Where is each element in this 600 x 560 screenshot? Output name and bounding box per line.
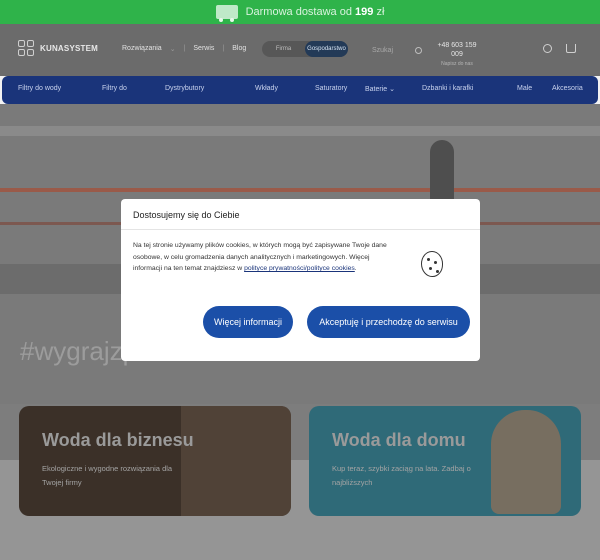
phone-caption: Napisz do nas <box>441 61 473 67</box>
modal-divider <box>121 229 480 230</box>
category-nav: Filtry do wody Filtry do Dystrybutory Wk… <box>2 76 598 104</box>
card-business-title: Woda dla biznesu <box>42 430 194 450</box>
card-business-text: Ekologiczne i wygodne rozwiązania dla Tw… <box>42 464 173 487</box>
card-business[interactable]: Woda dla biznesu Ekologiczne i wygodne r… <box>19 406 291 516</box>
more-info-button[interactable]: Więcej informacji <box>203 306 293 338</box>
modal-text: Na tej stronie używamy plików cookies, w… <box>133 242 387 272</box>
user-icon[interactable] <box>543 44 552 53</box>
promo-text: Darmowa dostawa od 199 zł <box>245 6 385 18</box>
card-home-text: Kup teraz, szybki zaciąg na lata. Zadbaj… <box>332 464 471 487</box>
cat-accessories[interactable]: Akcesoria <box>552 85 583 92</box>
cart-icon[interactable] <box>566 44 576 53</box>
phone-contact[interactable]: +48 603 159 009 Napisz do nas <box>432 41 482 69</box>
cat-small[interactable]: Male <box>517 85 532 92</box>
nav-divider: | <box>222 45 225 52</box>
header-icons <box>543 44 576 53</box>
card-home[interactable]: Woda dla domu Kup teraz, szybki zaciąg n… <box>309 406 581 516</box>
phone-number[interactable]: +48 603 159 009 <box>432 41 482 59</box>
accept-cookies-button[interactable]: Akceptuję i przechodzę do serwisu <box>307 306 470 338</box>
cat-filters-for[interactable]: Filtry do <box>102 85 127 92</box>
nav-service[interactable]: Serwis <box>193 45 214 53</box>
card-home-title: Woda dla domu <box>332 430 466 450</box>
cat-saturators[interactable]: Saturatory <box>315 85 347 92</box>
cat-water-filters[interactable]: Filtry do wody <box>18 85 61 92</box>
modal-title: Dostosujemy się do Ciebie <box>133 210 240 220</box>
cookie-icon <box>421 251 443 277</box>
logo[interactable]: KUNASYSTEM <box>18 40 98 56</box>
search-icon[interactable] <box>415 46 422 54</box>
promo-bar: Darmowa dostawa od 199 zł <box>0 0 600 24</box>
logo-text: KUNASYSTEM <box>40 43 99 53</box>
site-header: KUNASYSTEM Rozwiązania ⌄ | Serwis | Blog… <box>0 24 600 76</box>
header-nav: Rozwiązania ⌄ | Serwis | Blog <box>122 45 246 53</box>
hero-beam <box>0 126 600 136</box>
search-input[interactable]: Szukaj <box>372 47 393 54</box>
hero-stripe <box>0 188 600 192</box>
audience-toggle[interactable]: Firma Gospodarstwo <box>262 41 348 57</box>
chevron-down-icon: ⌄ <box>169 46 176 53</box>
logo-mark <box>18 40 34 56</box>
chevron-down-icon: ⌄ <box>389 86 396 93</box>
cat-faucets[interactable]: Baterie ⌄ <box>365 85 395 93</box>
cat-jugs[interactable]: Dzbanki i karafki <box>422 85 473 92</box>
cat-cartridges[interactable]: Wkłady <box>255 85 278 92</box>
nav-solutions[interactable]: Rozwiązania <box>122 45 162 53</box>
cookie-consent-modal: Dostosujemy się do Ciebie Na tej stronie… <box>121 199 480 361</box>
nav-blog[interactable]: Blog <box>232 45 246 53</box>
truck-icon <box>215 5 238 22</box>
toggle-firma[interactable]: Firma <box>262 46 305 52</box>
search-box[interactable]: Szukaj <box>372 44 422 56</box>
privacy-policy-link[interactable]: polityce prywatności/polityce cookies <box>244 265 355 272</box>
cat-dispensers[interactable]: Dystrybutory <box>165 85 204 92</box>
toggle-household[interactable]: Gospodarstwo <box>305 41 348 57</box>
nav-divider: | <box>183 45 186 52</box>
